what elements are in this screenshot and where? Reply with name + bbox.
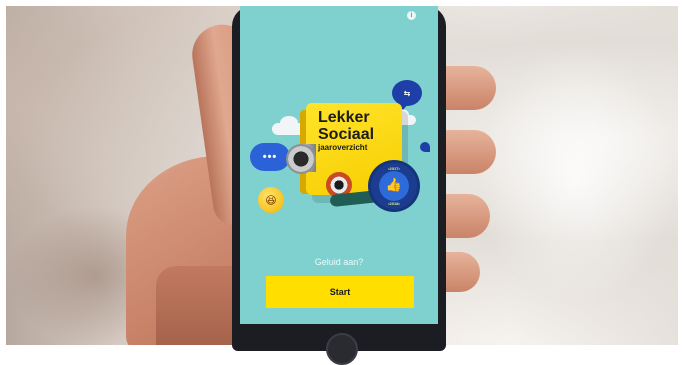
speech-bubble-icon [420,142,430,152]
home-button[interactable] [326,333,358,365]
megaphone-icon [286,144,316,174]
background-light [476,46,676,306]
info-icon[interactable]: i [407,11,416,20]
start-button[interactable]: Start [266,276,414,308]
badge-top-text: •2017• [388,166,400,171]
badge-bottom-text: •2018• [388,201,400,206]
title-line-2: Sociaal [318,126,375,143]
sound-prompt[interactable]: Geluid aan? [240,257,438,267]
thumbs-up-icon: 👍 [385,177,403,192]
title-subtitle: jaaroverzicht [318,143,368,152]
typing-dots-icon: ••• [250,143,290,171]
title-line-1: Lekker [318,109,370,126]
laughing-emoji-icon: 😆 [258,187,284,213]
app-logo-title: Lekker Sociaal jaaroverzicht [318,109,402,153]
